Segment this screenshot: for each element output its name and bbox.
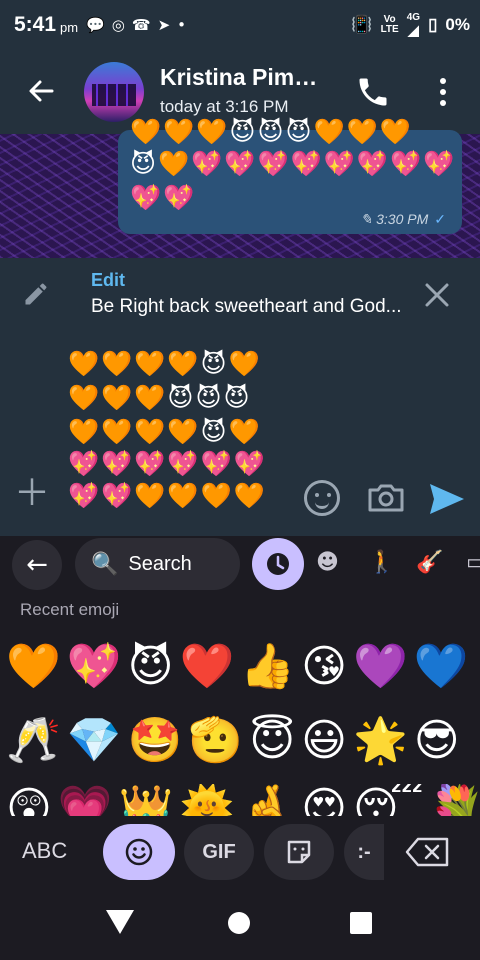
send-icon[interactable] (428, 482, 466, 516)
battery-icon: ▯ (428, 15, 438, 34)
emoji-row[interactable]: 😲💗👑🌞🤞😍😴💐 (6, 784, 480, 818)
edit-bar: Edit Be Right back sweetheart and God... (0, 258, 480, 330)
contact-name[interactable]: Kristina Pim… (160, 64, 317, 91)
chat-wallpaper: 🧡🧡🧡😈😈😈🧡🧡🧡 😈🧡💖💖💖💖💖💖💖💖 💖💖 ✎ 3:30 PM ✓ (0, 118, 480, 258)
emoji-search-button[interactable]: 🔍 Search (75, 538, 240, 590)
system-nav-bar (0, 888, 480, 960)
recent-clock-tab[interactable] (252, 538, 304, 590)
emoji-key[interactable]: 🧡 (6, 641, 67, 692)
keyboard-back-arrow-icon[interactable]: ← (12, 540, 62, 590)
search-icon: 🔍 (91, 551, 119, 577)
message-row: 😈🧡💖💖💖💖💖💖💖💖 (130, 149, 457, 178)
emoticon-button[interactable]: :- (344, 824, 384, 880)
emoji-key[interactable]: 💙 (414, 641, 475, 692)
compose-text-row[interactable]: 🧡🧡🧡🧡😈🧡 (68, 416, 262, 448)
edited-pencil-icon: ✎ (360, 211, 373, 227)
status-time: 5:41 (14, 13, 57, 36)
emoji-key[interactable]: 🤞 (240, 784, 301, 818)
backspace-icon[interactable] (404, 836, 450, 868)
emoji-row[interactable]: 🧡💖😈❤️👍😘💜💙 (6, 642, 475, 692)
emoji-key[interactable]: 👑 (119, 784, 180, 818)
camera-icon[interactable] (366, 482, 406, 514)
compose-text-row[interactable]: 💖💖🧡🧡🧡🧡 (68, 480, 267, 512)
emoji-key[interactable]: 😇 (249, 715, 301, 766)
gif-button[interactable]: GIF (184, 824, 254, 880)
emoji-key[interactable]: 🥂 (6, 715, 67, 766)
nav-recents-icon[interactable] (350, 912, 372, 934)
contact-avatar[interactable] (84, 62, 144, 122)
emoji-key[interactable]: 💗 (58, 784, 119, 818)
abc-button[interactable]: ABC (22, 838, 67, 864)
compose-area: 🧡🧡🧡🧡😈🧡 🧡🧡🧡😈😈😈 🧡🧡🧡🧡😈🧡 💖💖💖💖💖💖 💖💖🧡🧡🧡🧡 ＋ (0, 330, 480, 536)
edit-pencil-icon (25, 283, 47, 305)
emoji-row[interactable]: 🥂💎🤩🫡😇😃🌟😎 (6, 716, 466, 766)
emoji-key[interactable]: 💜 (353, 641, 414, 692)
emoji-key[interactable]: 😈 (128, 641, 180, 692)
sent-check-icon: ✓ (434, 211, 446, 227)
phone-call-icon[interactable] (355, 74, 391, 110)
signal-icon: 4G ◢ (406, 12, 421, 38)
emoji-key[interactable]: 🌟 (353, 715, 414, 766)
emoji-smiley-icon[interactable] (304, 480, 340, 516)
dot-icon: • (177, 16, 186, 34)
status-bar: 5:41 pm 💬 ◎ ☎ ➤ • 📳 Vo LTE 4G ◢ ▯ 0% (0, 0, 480, 50)
emoji-key[interactable]: 💐 (430, 784, 480, 818)
sent-message-bubble[interactable]: 🧡🧡🧡😈😈😈🧡🧡🧡 😈🧡💖💖💖💖💖💖💖💖 💖💖 ✎ 3:30 PM ✓ (118, 118, 462, 234)
volte-icon: Vo LTE (380, 14, 399, 35)
emoji-key[interactable]: 👍 (240, 641, 301, 692)
emoji-key[interactable]: 💖 (67, 641, 128, 692)
nav-back-icon[interactable] (106, 910, 134, 934)
nav-home-icon[interactable] (228, 912, 250, 934)
emoji-key[interactable]: 😘 (301, 641, 353, 692)
emoji-key[interactable]: 😍 (301, 784, 353, 818)
message-row: 🧡🧡🧡😈😈😈🧡🧡🧡 (130, 117, 413, 146)
compose-text-row[interactable]: 🧡🧡🧡🧡😈🧡 (68, 348, 262, 380)
message-row: 💖💖 (130, 183, 197, 212)
vibrate-icon: 📳 (351, 15, 373, 34)
sticker-icon (287, 840, 311, 864)
battery-percent: 0% (445, 15, 470, 34)
edit-title: Edit (91, 270, 125, 290)
emoji-key[interactable]: 😃 (301, 715, 353, 766)
activities-tab-icon[interactable]: 🎸 (416, 550, 443, 575)
emoji-key[interactable]: 😲 (6, 784, 58, 818)
smiley-icon (125, 838, 153, 866)
status-right: 📳 Vo LTE 4G ◢ ▯ 0% (351, 0, 470, 50)
last-seen: today at 3:16 PM (160, 97, 289, 116)
message-icon: 💬 (86, 16, 105, 34)
back-arrow-icon[interactable] (26, 76, 56, 112)
compose-text-row[interactable]: 🧡🧡🧡😈😈😈 (68, 382, 252, 414)
emoji-key[interactable]: 💎 (67, 715, 128, 766)
emoji-key[interactable]: 😎 (414, 715, 466, 766)
instagram-icon: ◎ (111, 16, 125, 34)
emoji-tab-button[interactable] (103, 824, 175, 880)
cancel-edit-close-icon[interactable] (422, 280, 452, 310)
sticker-button[interactable] (264, 824, 334, 880)
people-tab-icon[interactable]: 🚶 (368, 550, 395, 575)
emoticon-icon: :- (357, 840, 371, 863)
missed-call-icon: ☎ (131, 16, 151, 34)
objects-tab-icon[interactable]: ▭ (466, 550, 480, 575)
recent-emoji-label: Recent emoji (20, 600, 120, 619)
message-time: ✎ 3:30 PM ✓ (360, 211, 447, 227)
emoji-key[interactable]: ❤️ (179, 641, 240, 692)
compose-text-row[interactable]: 💖💖💖💖💖💖 (68, 448, 267, 480)
more-options-icon[interactable] (436, 76, 450, 108)
emoji-key[interactable]: 🤩 (128, 715, 189, 766)
status-ampm: pm (60, 20, 79, 35)
emoji-key[interactable]: 😴 (353, 784, 430, 818)
notification-icons: 💬 ◎ ☎ ➤ • (86, 16, 186, 34)
telegram-icon: ➤ (157, 16, 171, 34)
edit-preview-text: Be Right back sweetheart and God... (91, 296, 402, 317)
smileys-tab-icon[interactable]: ☻ (316, 550, 339, 575)
attach-plus-icon[interactable]: ＋ (14, 476, 50, 512)
emoji-key[interactable]: 🌞 (179, 784, 240, 818)
emoji-key[interactable]: 🫡 (188, 715, 249, 766)
keyboard-bottom-bar: ABC GIF :- (0, 816, 480, 888)
